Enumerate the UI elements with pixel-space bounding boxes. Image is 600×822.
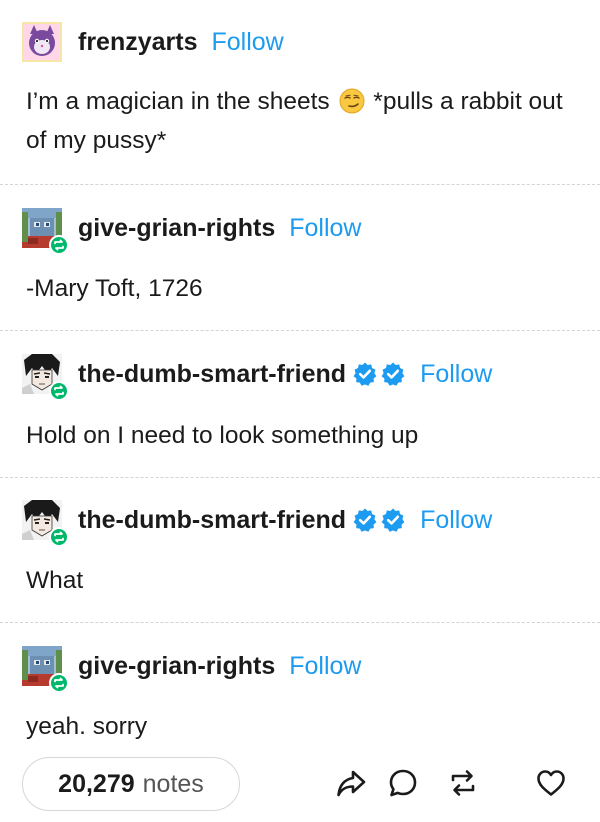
reblog-badge-icon [49,235,69,255]
username[interactable]: give-grian-rights [78,214,275,243]
verified-badge-icon [352,361,378,387]
avatar[interactable] [22,354,69,401]
follow-button[interactable]: Follow [289,214,361,243]
reblog-badge-icon [49,527,69,547]
verified-badge-icon [380,507,406,533]
notes-count: 20,279 [58,769,135,798]
post-header: the-dumb-smart-friend Follow [22,354,492,401]
post-divider [0,330,600,331]
follow-button[interactable]: Follow [212,28,284,57]
post-text: Hold on I need to look something up [26,422,419,449]
notes-button[interactable]: 20,279 notes [22,757,240,811]
post-header: give-grian-rights Follow [22,646,362,693]
post-text-part: I’m a magician in the sheets [26,88,337,115]
avatar[interactable] [22,500,69,547]
reblog-badge-icon [49,673,69,693]
avatar[interactable] [22,22,62,62]
post-header: the-dumb-smart-friend Follow [22,500,492,547]
like-icon[interactable] [534,766,568,800]
verified-badge-icon [352,507,378,533]
username[interactable]: give-grian-rights [78,652,275,681]
reply-icon[interactable] [386,766,420,800]
post-header: frenzyarts Follow [22,22,284,62]
share-icon[interactable] [334,766,368,800]
post-divider [0,477,600,478]
username[interactable]: frenzyarts [78,28,198,57]
avatar[interactable] [22,646,69,693]
post-divider [0,184,600,185]
post-text: -Mary Toft, 1726 [26,275,203,302]
post-text: What [26,567,84,594]
follow-button[interactable]: Follow [289,652,361,681]
smirking-face-emoji [339,88,364,114]
avatar-image [22,22,62,62]
avatar[interactable] [22,208,69,255]
follow-button[interactable]: Follow [420,360,492,389]
verified-badge-icon [380,361,406,387]
reblog-badge-icon [49,381,69,401]
username[interactable]: the-dumb-smart-friend [78,360,346,389]
notes-label: notes [142,769,204,798]
follow-button[interactable]: Follow [420,506,492,535]
reblog-icon[interactable] [446,766,480,800]
post-text: yeah. sorry [26,713,148,740]
username[interactable]: the-dumb-smart-friend [78,506,346,535]
post-text: I’m a magician in the sheets *pulls a ra… [26,82,581,160]
post-divider [0,622,600,623]
post-header: give-grian-rights Follow [22,208,362,255]
